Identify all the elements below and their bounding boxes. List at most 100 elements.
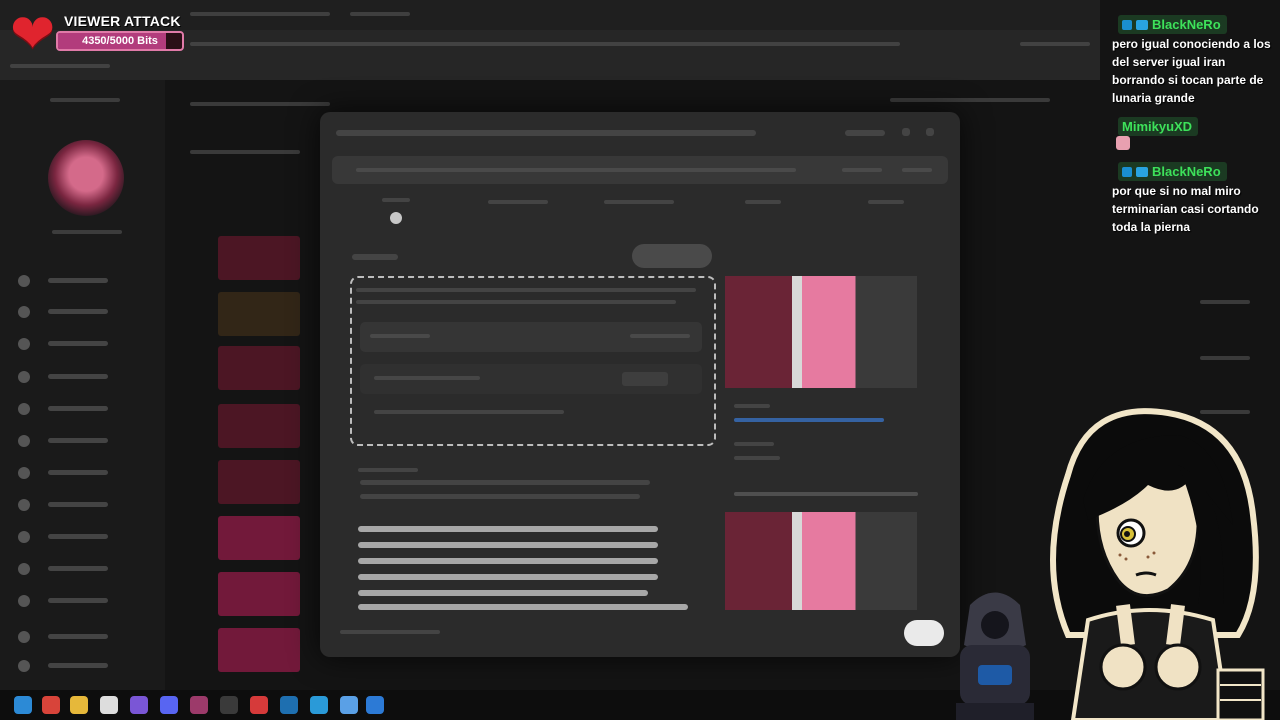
blurred-body-text [358, 542, 658, 548]
blurred-channel-name [52, 230, 122, 234]
blurred-body-text [358, 604, 688, 610]
blurred-logo [50, 98, 120, 102]
blurred-dialog-title [336, 130, 756, 136]
sidebar-row [18, 467, 138, 479]
discord-icon[interactable] [160, 696, 178, 714]
step-details[interactable] [382, 198, 410, 202]
audience-row[interactable] [360, 364, 702, 394]
video-thumbnail [218, 460, 300, 504]
sidebar-row [18, 563, 138, 575]
help-icon[interactable] [902, 128, 910, 136]
blurred-search [190, 102, 330, 106]
video-thumbnail [218, 628, 300, 672]
blurred-subheader-action[interactable] [842, 168, 882, 172]
blurred-body-text [358, 590, 648, 596]
chrome-icon[interactable] [42, 696, 60, 714]
blurred-description [360, 494, 640, 499]
chat-username-badge: BlackNeRo [1118, 15, 1227, 34]
blurred-link-label [734, 404, 770, 408]
channel-avatar [48, 140, 124, 216]
blurred-right-column [1200, 300, 1250, 304]
sidebar-row [18, 531, 138, 543]
blurred-section-title [352, 254, 398, 260]
chat-emote-icon [1116, 136, 1130, 150]
blurred-field-label [358, 468, 418, 472]
sidebar-row [18, 499, 138, 511]
sidebar-row [18, 371, 138, 383]
sidebar-row [18, 275, 138, 287]
step-extra[interactable] [868, 200, 904, 204]
blurred-right-column [1200, 356, 1250, 360]
chat-message: pero igual conociendo a los del server i… [1112, 37, 1271, 105]
blurred-header-actions [890, 98, 1050, 102]
blurred-address-bar [190, 42, 900, 46]
playlist-row[interactable] [360, 322, 702, 352]
sidebar-row [18, 403, 138, 415]
blurred-filename [734, 456, 780, 460]
photo-icon[interactable] [310, 696, 328, 714]
app-icon[interactable] [366, 696, 384, 714]
blurred-toolbar-icons [1020, 42, 1090, 46]
blurred-description [360, 480, 650, 485]
sidebar-row [18, 338, 138, 350]
folder-icon[interactable] [70, 696, 88, 714]
blurred-subheader-action[interactable] [902, 168, 932, 172]
streamer-avatar-character [1050, 408, 1265, 720]
moderator-badge-icon [1122, 166, 1132, 177]
blurred-subheader-text [356, 168, 796, 172]
chat-username: MimikyuXD [1122, 119, 1193, 134]
video-thumbnail [218, 516, 300, 560]
step-indicator-icon [390, 212, 402, 224]
blurred-body-text [358, 526, 658, 532]
video-preview-second[interactable] [725, 512, 917, 610]
settings-icon[interactable] [14, 696, 32, 714]
reuse-details-button[interactable] [632, 244, 712, 268]
blurred-tab [190, 12, 330, 16]
terminal-icon[interactable] [280, 696, 298, 714]
blurred-row-label [374, 376, 480, 380]
step-visibility[interactable] [745, 200, 781, 204]
blurred-video-link[interactable] [734, 418, 884, 422]
stream-icon[interactable] [190, 696, 208, 714]
blurred-row-actions[interactable] [630, 334, 690, 338]
chat-username: BlackNeRo [1152, 17, 1221, 32]
blurred-footer-status [340, 630, 440, 634]
sidebar-row [18, 631, 138, 643]
game-icon[interactable] [130, 696, 148, 714]
viewer-attack-title: VIEWER ATTACK [64, 13, 181, 29]
video-thumbnail [218, 292, 300, 336]
close-icon[interactable] [926, 128, 934, 136]
blurred-body-text [358, 558, 658, 564]
moderator-badge-icon [1122, 19, 1132, 30]
chat-username-badge: BlackNeRo [1118, 162, 1227, 181]
blurred-row-chip[interactable] [622, 372, 668, 386]
sidebar-row [18, 435, 138, 447]
record-icon[interactable] [250, 696, 268, 714]
video-thumbnail [218, 236, 300, 280]
blurred-filename-label [734, 442, 774, 446]
app-icon[interactable] [100, 696, 118, 714]
subscriber-badge-icon [1136, 19, 1148, 30]
chat-message: por que si no mal miro terminarian casi … [1112, 184, 1259, 234]
tool-icon[interactable] [340, 696, 358, 714]
video-thumbnail [218, 404, 300, 448]
blurred-tags [374, 410, 564, 414]
blurred-preview-caption [734, 492, 918, 496]
blurred-tab [350, 12, 410, 16]
chat-username-badge: MimikyuXD [1118, 117, 1199, 136]
video-thumbnail [218, 346, 300, 390]
video-preview[interactable] [725, 276, 917, 388]
step-video-elements[interactable] [488, 200, 548, 204]
media-icon[interactable] [220, 696, 238, 714]
dialog-subheader [332, 156, 948, 184]
blurred-list-header [190, 150, 300, 154]
next-button[interactable] [904, 620, 944, 646]
step-checks[interactable] [604, 200, 674, 204]
sidebar-row [18, 306, 138, 318]
blurred-bookmarks [10, 64, 110, 68]
bits-progress-bar: 4350/5000 Bits [56, 31, 184, 51]
blurred-dialog-status [845, 130, 885, 136]
blurred-title-text [356, 288, 696, 292]
sidebar-row [18, 595, 138, 607]
blurred-row-label [370, 334, 430, 338]
